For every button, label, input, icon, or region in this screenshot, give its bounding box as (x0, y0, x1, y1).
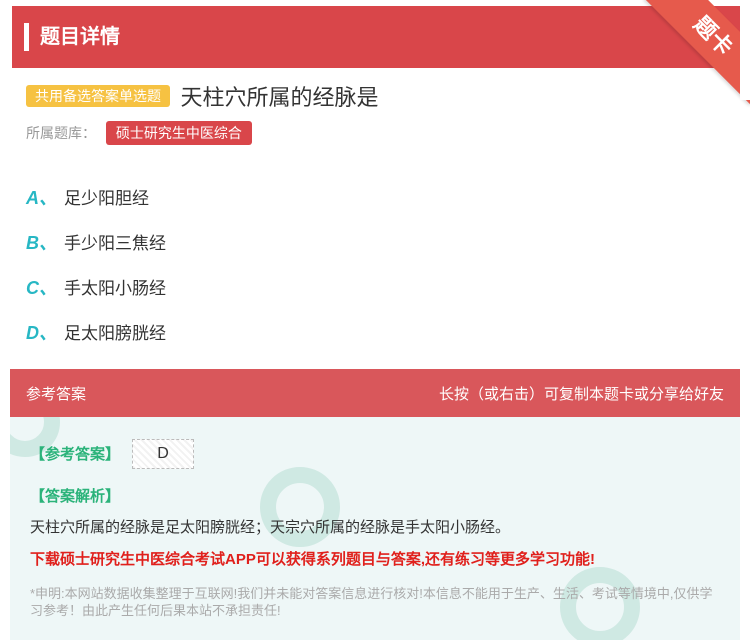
option-letter: A、 (26, 187, 57, 208)
option-d[interactable]: D、 足太阳膀胱经 (26, 309, 166, 354)
option-text: 足太阳膀胱经 (64, 324, 166, 343)
page-title: 题目详情 (40, 26, 120, 48)
option-text: 手少阳三焦经 (64, 234, 166, 253)
option-a[interactable]: A、 足少阳胆经 (26, 174, 166, 219)
question-type-badge: 共用备选答案单选题 (26, 85, 170, 107)
question-bank-label: 所属题库： (26, 125, 96, 141)
share-hint: 长按（或右击）可复制本题卡或分享给好友 (438, 386, 724, 403)
option-letter: C、 (26, 277, 57, 298)
question-bank: 所属题库： 硕士研究生中医综合 (26, 121, 252, 145)
option-c[interactable]: C、 手太阳小肠经 (26, 264, 166, 309)
analysis-label: 【答案解析】 (30, 488, 121, 505)
question-text: 天柱穴所属的经脉是 (180, 85, 379, 110)
question-bank-tag[interactable]: 硕士研究生中医综合 (105, 121, 252, 145)
question-line: 共用备选答案单选题 天柱穴所属的经脉是 (26, 80, 726, 110)
header-accent-bar (24, 23, 29, 51)
options-list: A、 足少阳胆经 B、 手少阳三焦经 C、 手太阳小肠经 D、 足太阳膀胱经 (26, 174, 166, 354)
answer-label: 【参考答案】 (30, 446, 121, 463)
answer-header: 参考答案 长按（或右击）可复制本题卡或分享给好友 (10, 369, 740, 417)
option-b[interactable]: B、 手少阳三焦经 (26, 219, 166, 264)
ribbon-edge-mask (740, 0, 750, 100)
answer-header-title: 参考答案 (26, 386, 87, 403)
option-text: 足少阳胆经 (64, 189, 149, 208)
option-letter: D、 (26, 322, 57, 343)
analysis-text: 天柱穴所属的经脉是足太阳膀胱经；天宗穴所属的经脉是手太阳小肠经。 (30, 519, 511, 536)
option-text: 手太阳小肠经 (64, 279, 166, 298)
answer-image: D (132, 439, 194, 469)
header-bar: 题目详情 (12, 6, 740, 68)
option-letter: B、 (26, 232, 57, 253)
app-download-promo[interactable]: 下载硕士研究生中医综合考试APP可以获得系列题目与答案,还有练习等更多学习功能! (30, 548, 595, 569)
disclaimer-text: *申明:本网站数据收集整理于互联网!我们并未能对答案信息进行核对!本信息不能用于… (30, 586, 713, 618)
answer-panel: 【参考答案】 D 【答案解析】 天柱穴所属的经脉是足太阳膀胱经；天宗穴所属的经脉… (10, 417, 740, 640)
